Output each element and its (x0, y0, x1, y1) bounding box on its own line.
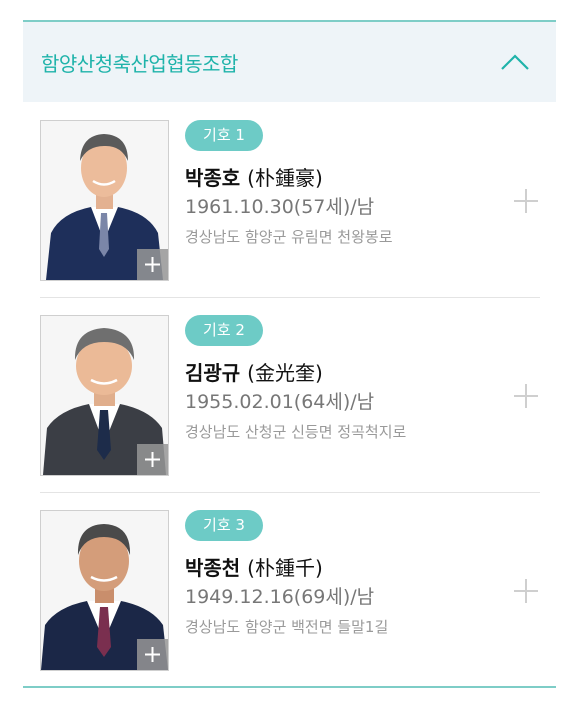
candidate-name-line: 박종호 (朴鍾豪) (185, 162, 323, 191)
photo-zoom-button[interactable] (137, 444, 168, 475)
plus-icon (145, 257, 160, 272)
plus-icon[interactable] (513, 383, 539, 409)
candidate-name: 박종천 (185, 556, 241, 580)
candidate-birth-gender: 1955.02.01(64세)/남 (185, 391, 375, 413)
candidate-birth-gender: 1949.12.16(69세)/남 (185, 586, 375, 608)
candidate-name-line: 박종천 (朴鍾千) (185, 552, 323, 581)
candidate-address: 경상남도 함양군 유림면 천왕봉로 (185, 228, 393, 246)
candidate-number-badge: 기호 3 (185, 510, 263, 541)
photo-zoom-button[interactable] (137, 249, 168, 280)
candidate-item: 기호 2 김광규 (金光奎) 1955.02.01(64세)/남 경상남도 산청… (40, 315, 540, 510)
candidate-name: 김광규 (185, 361, 241, 385)
candidate-item: 기호 3 박종천 (朴鍾千) 1949.12.16(69세)/남 경상남도 함양… (40, 510, 540, 705)
candidate-address: 경상남도 산청군 신등면 정곡척지로 (185, 423, 407, 441)
candidate-photo[interactable] (40, 120, 169, 281)
chevron-up-icon[interactable] (498, 50, 532, 74)
row-divider (40, 492, 540, 493)
row-divider (40, 297, 540, 298)
candidate-name: 박종호 (185, 166, 241, 190)
candidate-number-badge: 기호 2 (185, 315, 263, 346)
candidate-photo[interactable] (40, 315, 169, 476)
group-title: 함양산청축산업협동조합 (41, 51, 238, 76)
candidate-group-panel: 함양산청축산업협동조합 기호 1 박종호 (朴鍾豪) 1961.10.30(57… (23, 20, 556, 688)
candidate-hanja: (朴鍾千) (247, 556, 323, 580)
candidate-birth-gender: 1961.10.30(57세)/남 (185, 196, 375, 218)
candidate-address: 경상남도 함양군 백전면 들말1길 (185, 618, 389, 636)
plus-icon[interactable] (513, 188, 539, 214)
plus-icon (145, 647, 160, 662)
candidate-photo[interactable] (40, 510, 169, 671)
group-header[interactable]: 함양산청축산업협동조합 (23, 22, 556, 102)
candidate-item: 기호 1 박종호 (朴鍾豪) 1961.10.30(57세)/남 경상남도 함양… (40, 120, 540, 315)
candidate-name-line: 김광규 (金光奎) (185, 357, 323, 386)
candidate-hanja: (朴鍾豪) (247, 166, 323, 190)
candidate-hanja: (金光奎) (247, 361, 323, 385)
plus-icon[interactable] (513, 578, 539, 604)
photo-zoom-button[interactable] (137, 639, 168, 670)
candidate-number-badge: 기호 1 (185, 120, 263, 151)
plus-icon (145, 452, 160, 467)
bottom-divider (23, 686, 556, 688)
